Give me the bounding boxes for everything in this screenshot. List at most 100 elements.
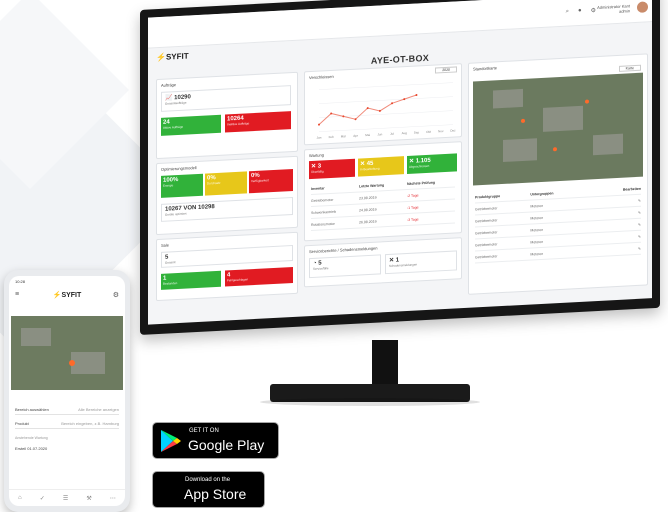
product-input[interactable]: Produkt Bereich eingeben, z.B. Hamburg <box>15 418 119 429</box>
avatar[interactable] <box>637 1 648 13</box>
data-point[interactable] <box>391 102 394 105</box>
x-tick-label: Jun <box>377 132 382 136</box>
google-play-big-text: Google Play <box>188 437 265 453</box>
map-block <box>593 133 623 156</box>
data-point[interactable] <box>342 115 345 118</box>
google-play-badge[interactable]: GET IT ON Google Play <box>152 422 279 459</box>
optimize-card: Optimierungsmodell 100% Energie 0% Durchsa… <box>156 155 298 236</box>
optimize-count[interactable]: 10267 VON 10298 Geräte optimiert <box>161 196 293 222</box>
bell-icon[interactable]: ● <box>578 8 582 15</box>
optimize-tile-2[interactable]: 0% Durchsatz <box>205 171 247 196</box>
kpi-inactive-tile[interactable]: 10264 Inaktive Aufträge <box>225 111 291 133</box>
x-tick-label: Apr <box>353 134 358 138</box>
line-chart: Jan Feb Mär Apr Mai Jun Jul Aug Sep Okt Nov Dez <box>317 82 456 140</box>
x-tick-label: Mai <box>365 133 370 137</box>
map-block <box>543 105 583 132</box>
map-label: Standortkarte <box>473 65 498 72</box>
edit-icon[interactable]: ✎ <box>586 198 641 205</box>
app-store-big-text: App Store <box>184 486 247 502</box>
stand-shadow <box>260 398 480 406</box>
satellite-map[interactable] <box>473 72 643 186</box>
maintenance-card: Wartung ✕ 3 Überfällig ✕ 45 In Bearbeitung… <box>304 141 462 242</box>
area-select[interactable]: Bereich auswählen Alle Bereiche anzeigen <box>15 404 119 415</box>
dashboard-screen: ⌕ ● ⚙ Administrator Kant admin ⚡SYFIT AY… <box>148 0 652 325</box>
map-marker[interactable] <box>585 99 589 104</box>
monitor-stand-neck <box>372 340 398 388</box>
data-point[interactable] <box>366 107 369 110</box>
settings-icon[interactable]: ⚙ <box>591 7 596 14</box>
kpi-card: Aufträge 📈 10290 Gesamtaufträge 24 Aktive … <box>156 71 298 160</box>
right-column: Standortkarte Karte Produktgruppe Untergr… <box>468 53 648 295</box>
edit-icon[interactable]: ✎ <box>586 234 641 241</box>
edit-icon[interactable]: ✎ <box>586 222 641 229</box>
optimize-tile-3[interactable]: 0% Verfügbarkeit <box>249 168 293 194</box>
user-info[interactable]: Administrator Kant admin <box>597 3 630 15</box>
tools-icon[interactable]: ⚒ <box>86 495 91 502</box>
topbar-icons: ⌕ ● ⚙ <box>566 7 596 16</box>
app-store-badge[interactable]: Download on the App Store <box>152 471 265 508</box>
home-icon[interactable]: ⌂ <box>18 495 22 501</box>
grid-line <box>319 110 453 118</box>
check-icon[interactable]: ✓ <box>40 495 45 502</box>
x-tick-label: Nov <box>438 129 444 133</box>
x-tick-label: Dez <box>450 128 456 132</box>
entry-title: Anstehende Wartung <box>15 436 48 440</box>
left-column: Aufträge 📈 10290 Gesamtaufträge 24 Aktive … <box>156 71 298 309</box>
x-tick-label: Okt <box>426 130 431 134</box>
list-icon[interactable]: ☰ <box>63 495 68 502</box>
alerts-total[interactable]: 5 Gesamt <box>161 244 293 268</box>
search-icon[interactable]: ⌕ <box>566 9 569 16</box>
data-point[interactable] <box>378 109 381 112</box>
x-tick-label: Aug <box>402 131 408 135</box>
smartphone: 10:28 ≡ ⚡SYFIT ⚙ Bereich auswählen Alle B… <box>4 270 130 512</box>
damage-reports[interactable]: ✕ 1 Schadensmeldungen <box>385 250 457 275</box>
phone-map[interactable] <box>11 316 123 390</box>
chart-year-select[interactable]: 2020 <box>435 66 457 74</box>
chart-card: Verschleissen 2020 Jan Feb Mär Apr Mai Jun Jul… <box>304 63 462 146</box>
maintenance-overdue-tile[interactable]: ✕ 3 Überfällig <box>309 158 355 180</box>
service-cases[interactable]: ◔ 5 Servicefälle <box>309 254 381 279</box>
x-tick-label: Jul <box>390 132 394 136</box>
more-icon[interactable]: ⋯ <box>110 495 116 502</box>
map-marker[interactable] <box>521 118 525 124</box>
brand-logo[interactable]: ⚡SYFIT <box>156 51 189 62</box>
map-block <box>493 88 523 109</box>
maintenance-done-tile[interactable]: ✕ 1.105 Abgeschlossen <box>407 153 457 175</box>
map-block <box>503 138 537 162</box>
data-point[interactable] <box>330 112 333 115</box>
map-block <box>21 328 51 346</box>
x-tick-label: Jan <box>317 135 322 139</box>
edit-icon[interactable]: ✎ <box>586 246 641 253</box>
data-point[interactable] <box>354 118 357 121</box>
service-card: Serviceberichte / Schadensmeldungen ◔ 5S… <box>304 237 462 288</box>
phone-brand-logo: ⚡SYFIT <box>52 292 82 299</box>
alerts-fail-tile[interactable]: 4 Fehlgeschlagen <box>225 266 293 287</box>
kpi-total[interactable]: 📈 10290 Gesamtaufträge <box>161 85 291 112</box>
edit-icon[interactable]: ✎ <box>586 210 641 217</box>
entry-value[interactable]: Ersteil 01.07.2020 <box>15 446 47 451</box>
map-card: Standortkarte Karte Produktgruppe Untergr… <box>468 53 648 295</box>
google-play-icon <box>161 430 181 452</box>
x-tick-label: Mär <box>341 134 346 138</box>
maintenance-table: Inventar Letzte Wartung Nächste Prüfung Ge… <box>311 175 455 232</box>
middle-column: Verschleissen 2020 Jan Feb Mär Apr Mai Jun Jul… <box>304 63 462 301</box>
kpi-active-tile[interactable]: 24 Aktive Aufträge <box>161 114 221 136</box>
maintenance-progress-tile[interactable]: ✕ 45 In Bearbeitung <box>358 156 404 177</box>
app-store-small-text: Download on the <box>185 477 231 483</box>
data-point[interactable] <box>318 123 320 126</box>
data-point[interactable] <box>403 98 406 101</box>
phone-status-time: 10:28 <box>15 279 26 284</box>
optimize-tile-1[interactable]: 100% Energie <box>161 173 203 198</box>
data-point[interactable] <box>415 94 418 97</box>
phone-bottom-nav: ⌂ ✓ ☰ ⚒ ⋯ <box>9 489 125 506</box>
monitor: ⌕ ● ⚙ Administrator Kant admin ⚡SYFIT AY… <box>140 0 660 335</box>
alerts-ok-tile[interactable]: 1 Bestanden <box>161 270 221 290</box>
grid-line <box>319 96 453 104</box>
product-table: Produktgruppe Untergruppen Bearbeiten Getr… <box>475 182 641 264</box>
grid-line <box>319 82 453 90</box>
settings-icon[interactable]: ⚙ <box>113 291 119 299</box>
map-marker[interactable] <box>553 147 557 152</box>
map-view-select[interactable]: Karte <box>618 64 641 72</box>
x-tick-label: Feb <box>329 135 334 139</box>
map-marker[interactable] <box>69 360 75 366</box>
